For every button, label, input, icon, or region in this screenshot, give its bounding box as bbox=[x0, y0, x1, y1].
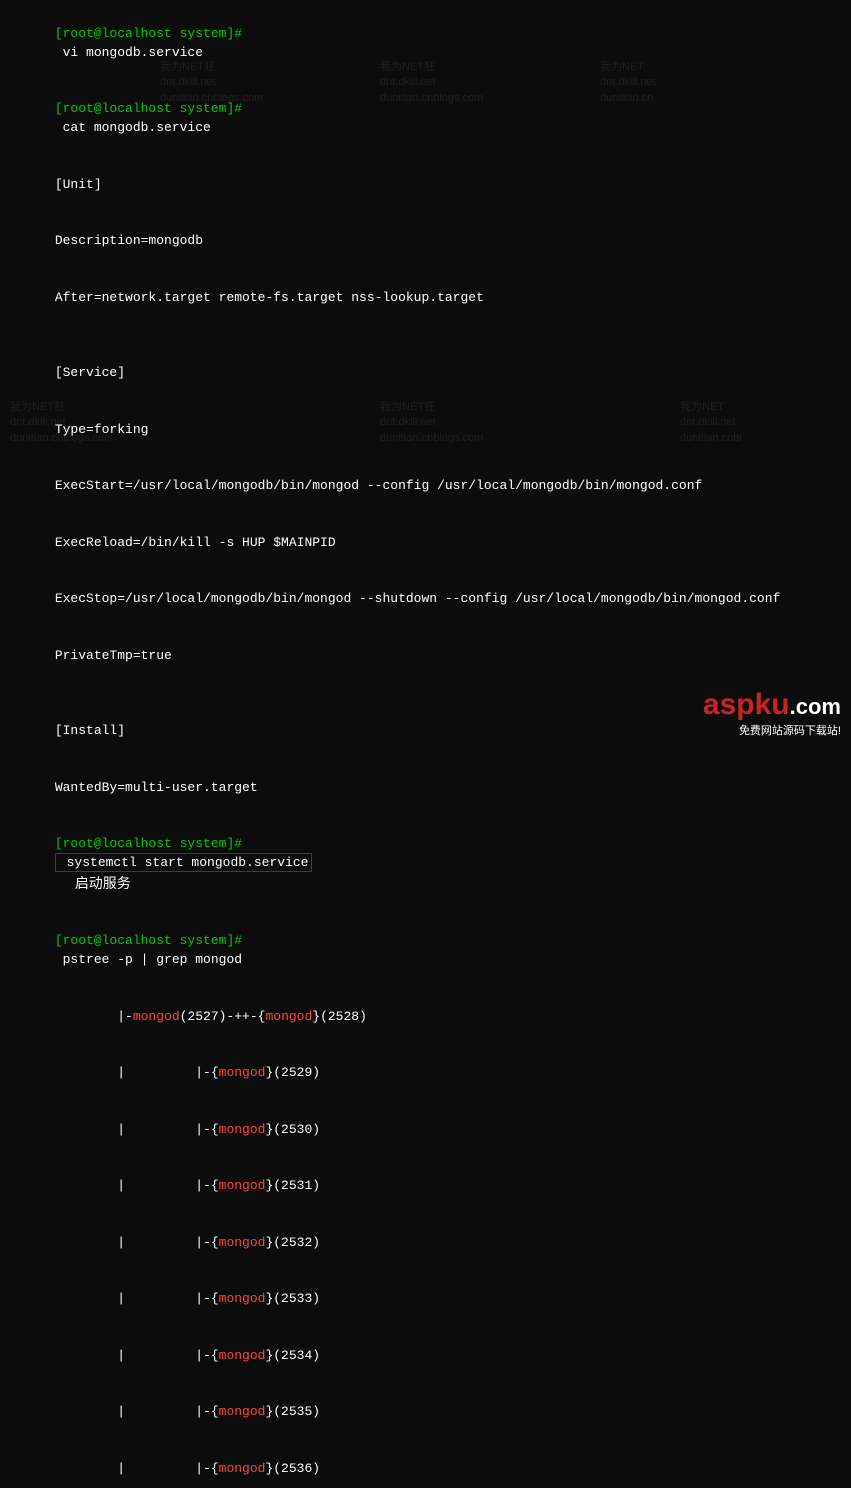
tree-2536: | |-{mongod}(2536) bbox=[8, 1441, 843, 1488]
terminal-content: [root@localhost system]# vi mongodb.serv… bbox=[8, 6, 843, 1488]
cmd: vi mongodb.service bbox=[55, 45, 203, 60]
line-wantedby: WantedBy=multi-user.target bbox=[8, 760, 843, 817]
line-execstop: ExecStop=/usr/local/mongodb/bin/mongod -… bbox=[8, 571, 843, 628]
prompt: [root@localhost system]# bbox=[55, 101, 242, 116]
line-unit: [Unit] bbox=[8, 157, 843, 214]
line-after: After=network.target remote-fs.target ns… bbox=[8, 270, 843, 327]
line-execstart: ExecStart=/usr/local/mongodb/bin/mongod … bbox=[8, 458, 843, 515]
tree-2534: | |-{mongod}(2534) bbox=[8, 1328, 843, 1385]
line-execreload: ExecReload=/bin/kill -s HUP $MAINPID bbox=[8, 515, 843, 572]
tree-2529: | |-{mongod}(2529) bbox=[8, 1045, 843, 1102]
aspku-dotcom: .com bbox=[790, 694, 841, 719]
prompt-pstree: [root@localhost system]# bbox=[55, 933, 242, 948]
line-systemctl: [root@localhost system]# systemctl start… bbox=[8, 816, 843, 913]
cmd: cat mongodb.service bbox=[55, 120, 211, 135]
prompt-systemctl: [root@localhost system]# bbox=[55, 836, 242, 851]
line-desc: Description=mongodb bbox=[8, 213, 843, 270]
prompt: [root@localhost system]# bbox=[55, 26, 242, 41]
aspku-subtitle: 免费网站源码下载站! bbox=[703, 722, 841, 738]
tree-2532: | |-{mongod}(2532) bbox=[8, 1215, 843, 1272]
line-blank1 bbox=[8, 326, 843, 345]
line-service: [Service] bbox=[8, 345, 843, 402]
label-qidong: 启动服务 bbox=[75, 875, 131, 891]
line-privatetmp: PrivateTmp=true bbox=[8, 628, 843, 685]
tree-2531: | |-{mongod}(2531) bbox=[8, 1158, 843, 1215]
tree-2530: | |-{mongod}(2530) bbox=[8, 1102, 843, 1159]
aspku-text: aspku bbox=[703, 688, 790, 721]
tree-2535: | |-{mongod}(2535) bbox=[8, 1385, 843, 1442]
line-2: [root@localhost system]# cat mongodb.ser… bbox=[8, 81, 843, 156]
tree-2533: | |-{mongod}(2533) bbox=[8, 1272, 843, 1329]
line-type: Type=forking bbox=[8, 402, 843, 459]
line-pstree: [root@localhost system]# pstree -p | gre… bbox=[8, 914, 843, 989]
terminal: [root@localhost system]# vi mongodb.serv… bbox=[0, 0, 851, 744]
aspku-branding: aspku.com 免费网站源码下载站! bbox=[703, 688, 841, 738]
aspku-logo: aspku.com bbox=[703, 688, 841, 722]
tree-root: |-mongod(2527)-++-{mongod}(2528) bbox=[8, 989, 843, 1046]
line-1: [root@localhost system]# vi mongodb.serv… bbox=[8, 6, 843, 81]
cmd-systemctl-highlighted: systemctl start mongodb.service bbox=[55, 853, 313, 872]
